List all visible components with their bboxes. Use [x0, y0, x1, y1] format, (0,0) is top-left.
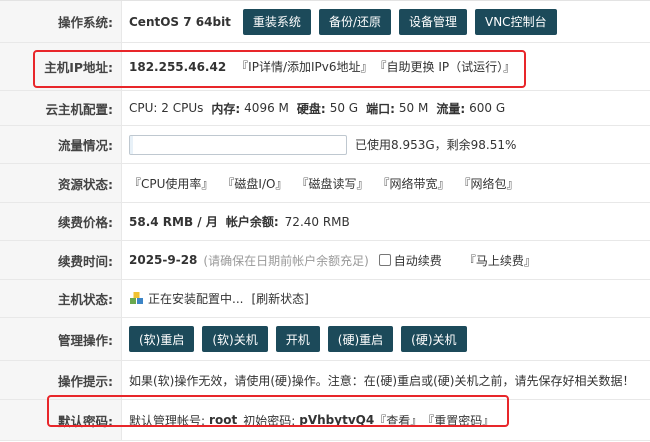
ip-value: 182.255.46.42	[129, 59, 227, 74]
renew-now-link[interactable]: 『马上续费』	[464, 252, 536, 269]
row-manage: 管理操作: (软)重启 (软)关机 开机 (硬)重启 (硬)关机	[0, 318, 650, 361]
power-on-button[interactable]: 开机	[275, 326, 320, 352]
row-status: 主机状态: 正在安装配置中... [刷新状态]	[0, 280, 650, 318]
ip-change-link[interactable]: 『自助更换 IP（试运行）』	[375, 58, 516, 75]
install-status-icon	[129, 291, 144, 306]
refresh-status-link[interactable]: [刷新状态]	[251, 290, 308, 307]
renew-note: (请确保在日期前帐户余额充足)	[203, 253, 369, 268]
auto-renew-checkbox[interactable]	[378, 254, 391, 266]
row-price: 续费价格: 58.4 RMB / 月 帐户余额: 72.40 RMB	[0, 203, 650, 241]
disk-io-link[interactable]: 『磁盘I/O』	[222, 175, 287, 192]
traffic-progress-bar	[129, 134, 347, 155]
config-label: 云主机配置:	[0, 91, 122, 125]
mem-value: 4096 M	[244, 101, 289, 115]
traffic-usage-text: 已使用8.953G，剩余98.51%	[355, 138, 517, 152]
row-renew: 续费时间: 2025-9-28 (请确保在日期前帐户余额充足) 自动续费 『马上…	[0, 241, 650, 280]
ip-label: 主机IP地址:	[0, 43, 122, 90]
tip-label: 操作提示:	[0, 361, 122, 399]
disk-rw-link[interactable]: 『磁盘读写』	[296, 175, 368, 192]
tip-text: 如果(软)操作无效，请使用(硬)操作。注意：在(硬)重启或(硬)关机之前，请先保…	[129, 373, 635, 388]
row-traffic: 流量情况: 已使用8.953G，剩余98.51%	[0, 126, 650, 164]
renew-date: 2025-9-28	[129, 253, 198, 267]
ip-detail-link[interactable]: 『IP详情/添加IPv6地址』	[236, 58, 372, 75]
row-config: 云主机配置: CPU: 2 CPUs 内存: 4096 M 硬盘: 50 G 端…	[0, 91, 650, 126]
os-label: 操作系统:	[0, 1, 122, 42]
password-value: pVhbytvQ4	[299, 413, 375, 427]
reset-password-link[interactable]: 『重置密码』	[422, 412, 494, 429]
host-info-table: 操作系统: CentOS 7 64bit 重装系统 备份/还原 设备管理 VNC…	[0, 0, 650, 441]
status-text: 正在安装配置中...	[148, 292, 244, 306]
backup-restore-button[interactable]: 备份/还原	[318, 8, 391, 35]
cpu-value: CPU: 2 CPUs	[129, 101, 204, 115]
os-value: CentOS 7 64bit	[129, 14, 231, 29]
renew-label: 续费时间:	[0, 241, 122, 279]
row-tip: 操作提示: 如果(软)操作无效，请使用(硬)操作。注意：在(硬)重启或(硬)关机…	[0, 361, 650, 400]
traffic-label: 流量情况:	[0, 126, 122, 163]
traffic-quota-value: 600 G	[469, 101, 506, 115]
password-field-label: 初始密码:	[243, 413, 296, 428]
disk-value: 50 G	[329, 101, 359, 115]
status-label: 主机状态:	[0, 280, 122, 317]
auto-renew-label[interactable]: 自动续费	[394, 252, 442, 269]
balance-label: 帐户余额:	[225, 215, 279, 229]
row-ip: 主机IP地址: 182.255.46.42 『IP详情/添加IPv6地址』 『自…	[0, 43, 650, 91]
manage-label: 管理操作:	[0, 318, 122, 360]
reinstall-button[interactable]: 重装系统	[242, 8, 311, 35]
hard-reboot-button[interactable]: (硬)重启	[327, 326, 394, 352]
row-resources: 资源状态: 『CPU使用率』 『磁盘I/O』 『磁盘读写』 『网络带宽』 『网络…	[0, 164, 650, 203]
cpu-usage-link[interactable]: 『CPU使用率』	[129, 175, 213, 192]
port-label: 端口:	[366, 101, 395, 116]
account-value: root	[209, 413, 238, 427]
resources-label: 资源状态:	[0, 164, 122, 202]
packets-link[interactable]: 『网络包』	[458, 175, 518, 192]
disk-label: 硬盘:	[296, 101, 326, 116]
mem-label: 内存:	[211, 101, 241, 116]
account-label: 默认管理帐号:	[129, 413, 206, 428]
port-value: 50 M	[398, 101, 429, 115]
balance-value: 72.40 RMB	[284, 214, 350, 229]
device-manage-button[interactable]: 设备管理	[398, 8, 467, 35]
traffic-progress-fill	[130, 135, 134, 154]
hard-shutdown-button[interactable]: (硬)关机	[401, 326, 467, 352]
password-label: 默认密码:	[0, 400, 122, 440]
price-label: 续费价格:	[0, 203, 122, 240]
bandwidth-link[interactable]: 『网络带宽』	[377, 175, 449, 192]
view-password-link[interactable]: 『查看』	[374, 412, 422, 429]
row-password: 默认密码: 默认管理帐号: root 初始密码: pVhbytvQ4 『查看』 …	[0, 400, 650, 441]
soft-reboot-button[interactable]: (软)重启	[129, 326, 195, 352]
row-os: 操作系统: CentOS 7 64bit 重装系统 备份/还原 设备管理 VNC…	[0, 1, 650, 43]
price-value: 58.4 RMB / 月	[129, 215, 218, 229]
soft-shutdown-button[interactable]: (软)关机	[202, 326, 268, 352]
vnc-console-button[interactable]: VNC控制台	[475, 8, 557, 35]
traffic-quota-label: 流量:	[436, 101, 466, 116]
